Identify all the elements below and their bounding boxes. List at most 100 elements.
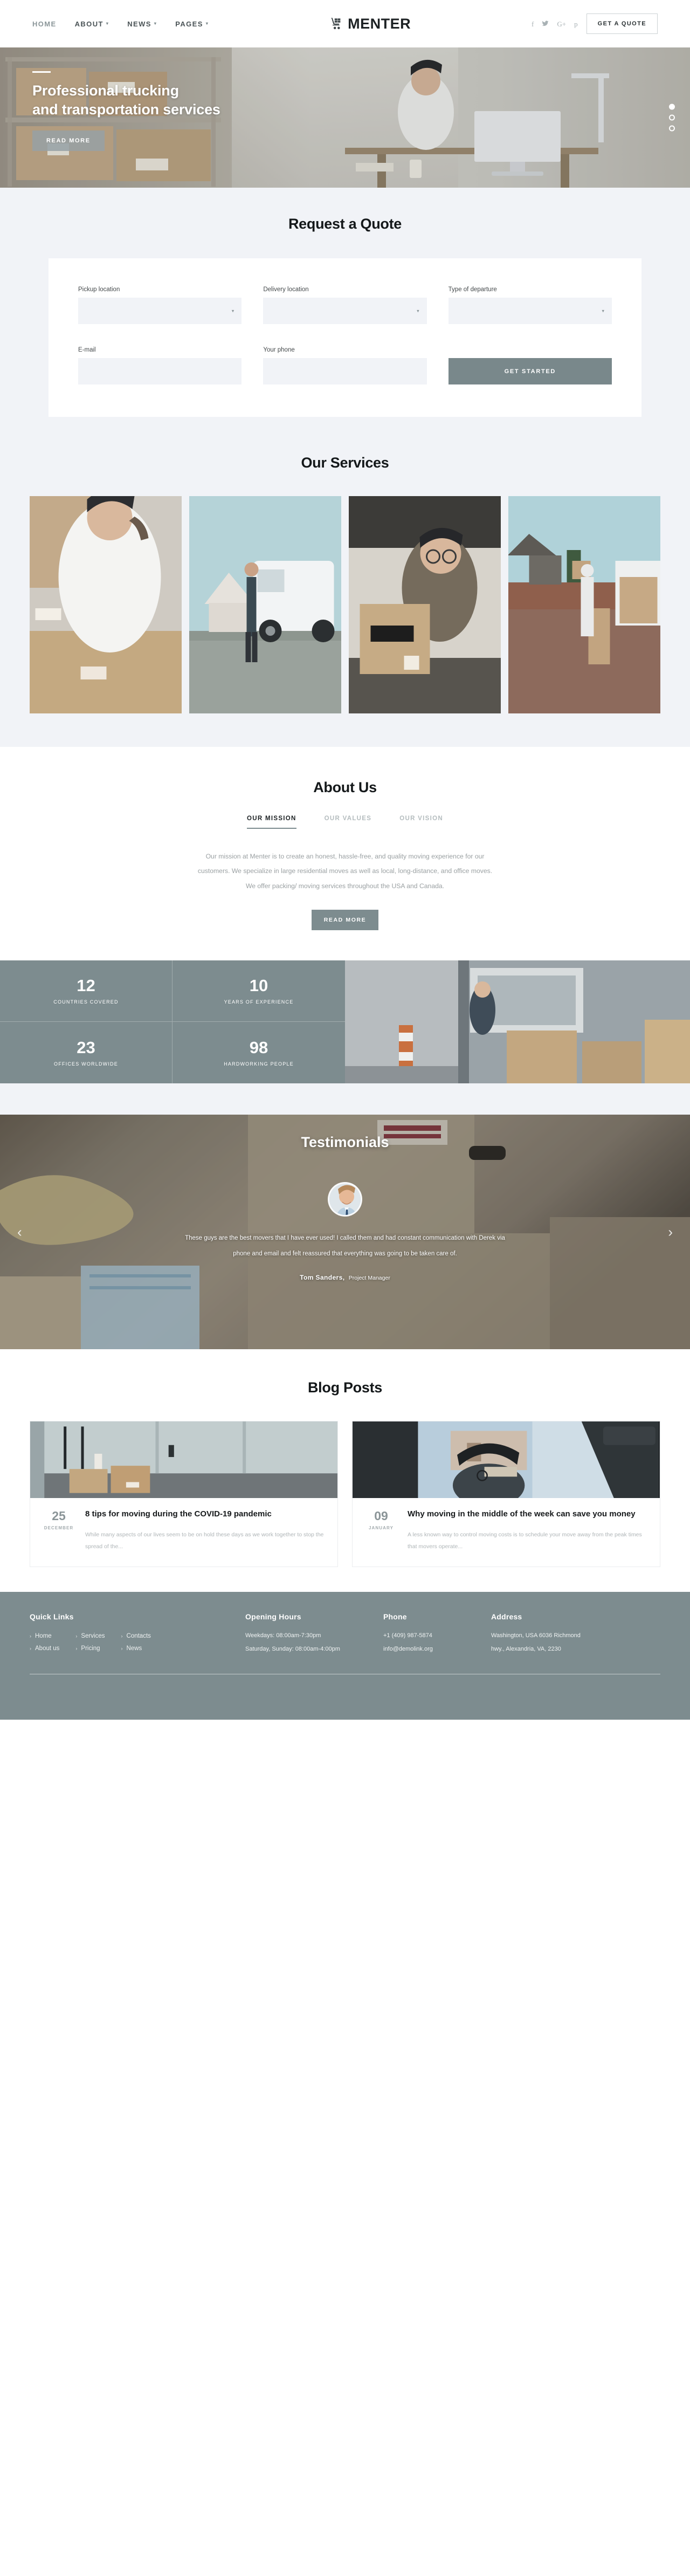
testimonial-avatar bbox=[328, 1182, 362, 1217]
google-plus-icon[interactable]: G+ bbox=[557, 20, 566, 28]
pickup-location-select-wrapper: ▾ bbox=[78, 298, 242, 324]
footer-quick-links: Quick Links › Home › About us › Services… bbox=[30, 1612, 245, 1652]
services-grid bbox=[0, 496, 690, 713]
service-card[interactable] bbox=[30, 496, 182, 713]
service-card[interactable] bbox=[349, 496, 501, 713]
quote-container: Pickup location ▾ Delivery location ▾ Ty… bbox=[49, 258, 641, 417]
about-read-more-button[interactable]: READ MORE bbox=[312, 910, 378, 931]
page-root: HOME ABOUT ▾ NEWS ▾ PAGES ▾ MENTER f G+ … bbox=[0, 0, 690, 1720]
slider-dot-3[interactable] bbox=[669, 125, 675, 132]
chevron-right-icon: › bbox=[75, 1645, 78, 1651]
stat-number: 23 bbox=[77, 1038, 95, 1057]
stat-item: 12 COUNTRIES COVERED bbox=[0, 960, 172, 1022]
delivery-location-label: Delivery location bbox=[263, 286, 309, 293]
pickup-location-select[interactable] bbox=[78, 298, 242, 324]
main-nav: HOME ABOUT ▾ NEWS ▾ PAGES ▾ bbox=[32, 20, 209, 28]
get-a-quote-button[interactable]: GET A QUOTE bbox=[586, 13, 658, 34]
hero-title-line1: Professional trucking bbox=[32, 83, 179, 99]
nav-item-home[interactable]: HOME bbox=[32, 20, 57, 28]
chevron-right-icon: › bbox=[75, 1633, 78, 1639]
nav-label: PAGES bbox=[175, 19, 203, 28]
social-links: f G+ p bbox=[532, 20, 578, 28]
tab-our-mission[interactable]: OUR MISSION bbox=[247, 815, 296, 829]
nav-item-about[interactable]: ABOUT ▾ bbox=[75, 20, 109, 28]
chevron-right-icon: › bbox=[121, 1633, 123, 1639]
blog-card-body: 09 JANUARY Why moving in the middle of t… bbox=[353, 1498, 660, 1566]
footer-phone-title: Phone bbox=[383, 1612, 407, 1621]
stat-item: 10 YEARS OF EXPERIENCE bbox=[172, 960, 345, 1022]
testimonial-next-arrow[interactable]: › bbox=[668, 1224, 673, 1240]
brand-logo[interactable]: MENTER bbox=[209, 16, 532, 32]
blog-card-body: 25 DECEMBER 8 tips for moving during the… bbox=[30, 1498, 337, 1566]
footer-links-col-3: › Contacts › News bbox=[121, 1633, 151, 1652]
footer-link-news[interactable]: › News bbox=[121, 1645, 151, 1652]
service-card[interactable] bbox=[508, 496, 660, 713]
footer-link-home[interactable]: › Home bbox=[30, 1633, 59, 1639]
service-card[interactable] bbox=[189, 496, 341, 713]
footer-email[interactable]: info@demolink.org bbox=[383, 1646, 491, 1652]
blog-card-excerpt: While many aspects of our lives seem to … bbox=[85, 1531, 324, 1550]
facebook-icon[interactable]: f bbox=[532, 20, 534, 28]
nav-item-pages[interactable]: PAGES ▾ bbox=[175, 20, 209, 28]
footer-link-label: Home bbox=[35, 1632, 52, 1639]
stats-section: 12 COUNTRIES COVERED 10 YEARS OF EXPERIE… bbox=[0, 960, 690, 1084]
stat-label: COUNTRIES COVERED bbox=[53, 999, 119, 1005]
footer-phone-number[interactable]: +1 (409) 987-5874 bbox=[383, 1632, 491, 1639]
blog-card-title[interactable]: Why moving in the middle of the week can… bbox=[408, 1509, 648, 1520]
stat-item: 98 HARDWORKING PEOPLE bbox=[172, 1022, 345, 1083]
type-of-departure-select-wrapper: ▾ bbox=[448, 298, 612, 324]
blog-card-date: 09 JANUARY bbox=[364, 1509, 398, 1552]
get-started-button[interactable]: GET STARTED bbox=[448, 358, 612, 384]
footer-link-label: Pricing bbox=[81, 1645, 100, 1652]
stat-item: 23 OFFICES WORLDWIDE bbox=[0, 1022, 172, 1084]
quote-form-row-1: Pickup location ▾ Delivery location ▾ Ty… bbox=[78, 286, 612, 324]
pickup-location-label: Pickup location bbox=[78, 286, 120, 293]
slider-dot-2[interactable] bbox=[669, 114, 675, 121]
footer-link-contacts[interactable]: › Contacts bbox=[121, 1633, 151, 1639]
stat-number: 12 bbox=[77, 976, 95, 995]
tab-our-values[interactable]: OUR VALUES bbox=[325, 815, 372, 829]
footer-links-grid: › Home › About us › Services › Pricing ›… bbox=[30, 1633, 245, 1652]
footer-link-about-us[interactable]: › About us bbox=[30, 1645, 59, 1652]
chevron-right-icon: › bbox=[30, 1633, 31, 1639]
testimonials-section: ‹ › Testimonials These guys are the best… bbox=[0, 1115, 690, 1350]
footer-address-line-2: hwy., Alexandria, VA, 2230 bbox=[491, 1645, 561, 1652]
twitter-icon[interactable] bbox=[542, 20, 549, 28]
stat-label: HARDWORKING PEOPLE bbox=[224, 1061, 294, 1067]
stats-side-image bbox=[345, 960, 690, 1084]
phone-input[interactable] bbox=[263, 358, 427, 384]
pinterest-icon[interactable]: p bbox=[574, 20, 578, 28]
delivery-location-select[interactable] bbox=[263, 298, 427, 324]
nav-item-news[interactable]: NEWS ▾ bbox=[127, 20, 157, 28]
nav-label: NEWS bbox=[127, 19, 151, 28]
footer-link-services[interactable]: › Services bbox=[75, 1633, 105, 1639]
testimonial-prev-arrow[interactable]: ‹ bbox=[17, 1224, 22, 1240]
blog-section: Blog Posts 25 DECEMBER 8 tips for moving… bbox=[0, 1349, 690, 1592]
footer-hours-weekend: Saturday, Sunday: 08:00am-4:00pm bbox=[245, 1645, 340, 1652]
hero-title-line2: and transportation services bbox=[32, 101, 220, 118]
blog-grid: 25 DECEMBER 8 tips for moving during the… bbox=[0, 1421, 690, 1567]
footer-link-pricing[interactable]: › Pricing bbox=[75, 1645, 105, 1652]
delivery-location-field: Delivery location ▾ bbox=[263, 286, 427, 324]
hero-read-more-button[interactable]: READ MORE bbox=[32, 130, 105, 152]
hand-truck-icon bbox=[329, 17, 343, 31]
email-label: E-mail bbox=[78, 347, 96, 353]
hero-divider bbox=[32, 71, 51, 73]
about-section: About Us OUR MISSION OUR VALUES OUR VISI… bbox=[0, 747, 690, 961]
email-input[interactable] bbox=[78, 358, 242, 384]
testimonial-quote: These guys are the best movers that I ha… bbox=[185, 1235, 505, 1258]
blog-card[interactable]: 09 JANUARY Why moving in the middle of t… bbox=[352, 1421, 660, 1567]
hero-slider-dots bbox=[669, 104, 675, 132]
footer-address-title: Address bbox=[491, 1612, 522, 1621]
blog-card-title[interactable]: 8 tips for moving during the COVID-19 pa… bbox=[85, 1509, 326, 1520]
blog-card-main: Why moving in the middle of the week can… bbox=[408, 1509, 648, 1552]
blog-card[interactable]: 25 DECEMBER 8 tips for moving during the… bbox=[30, 1421, 338, 1567]
about-title: About Us bbox=[313, 779, 377, 795]
footer-links-col-2: › Services › Pricing bbox=[75, 1633, 105, 1652]
chevron-down-icon: ▾ bbox=[154, 21, 157, 26]
slider-dot-1[interactable] bbox=[669, 104, 675, 110]
email-field: E-mail bbox=[78, 347, 242, 384]
tab-our-vision[interactable]: OUR VISION bbox=[399, 815, 443, 829]
type-of-departure-select[interactable] bbox=[448, 298, 612, 324]
chevron-right-icon: › bbox=[30, 1645, 31, 1651]
